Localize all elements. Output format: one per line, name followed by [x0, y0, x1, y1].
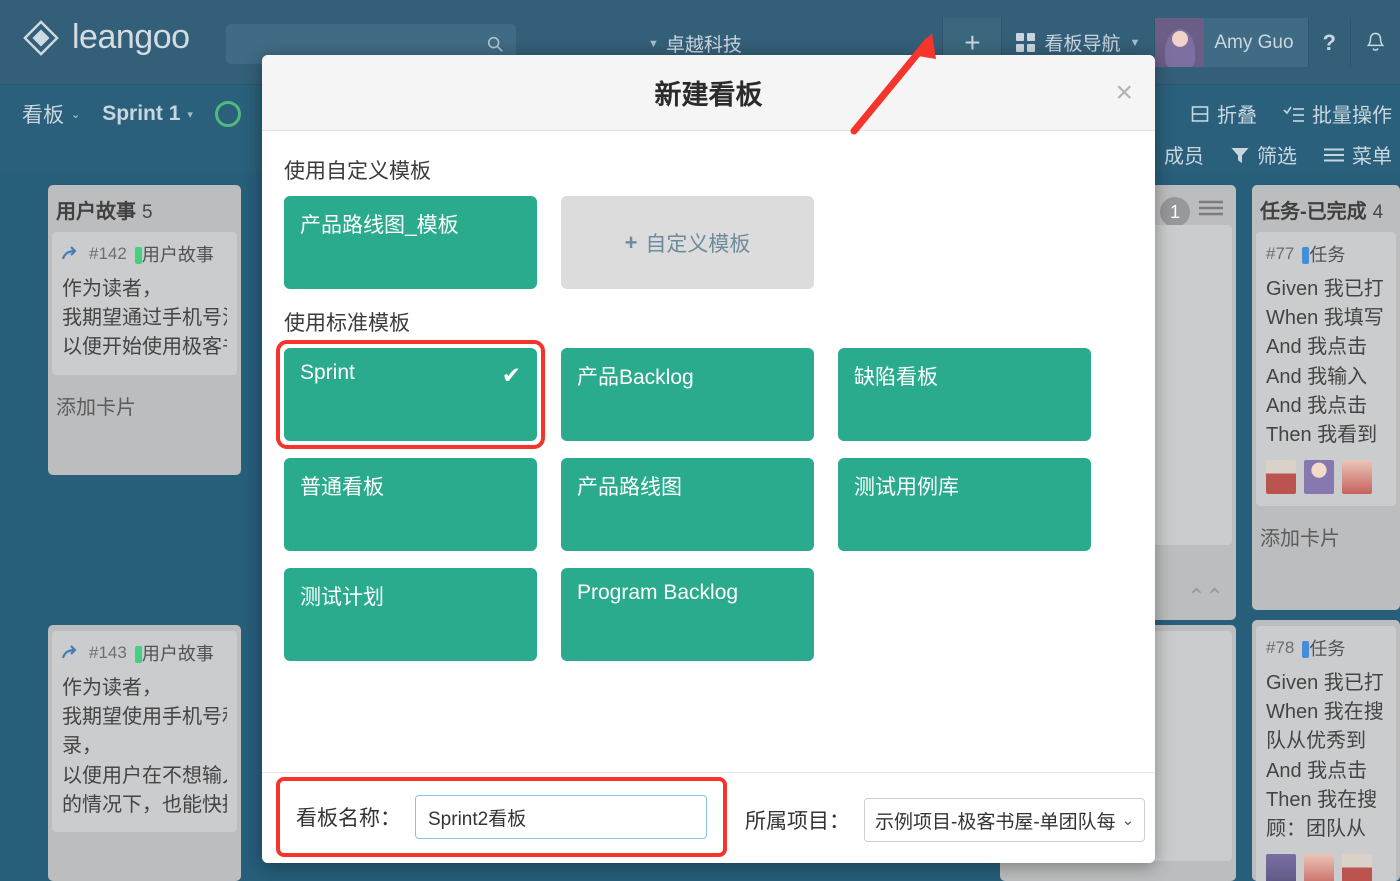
- new-board-dialog: 新建看板 × 使用自定义模板 产品路线图_模板 + 自定义模板 使用标准模板 S…: [262, 55, 1155, 863]
- custom-template-grid: 产品路线图_模板 + 自定义模板: [284, 196, 1133, 289]
- board-name-label: 看板名称：: [296, 807, 401, 830]
- chevron-down-icon: ⌄: [1121, 812, 1135, 829]
- template-card-testcase-library[interactable]: 测试用例库: [838, 458, 1091, 551]
- template-label: 测试计划: [300, 586, 384, 609]
- close-icon[interactable]: ×: [1115, 77, 1133, 108]
- template-card-custom-roadmap[interactable]: 产品路线图_模板: [284, 196, 537, 289]
- board-name-input[interactable]: [415, 795, 707, 839]
- plus-icon: +: [624, 229, 638, 255]
- template-card-normal-board[interactable]: 普通看板: [284, 458, 537, 551]
- template-card-program-backlog[interactable]: Program Backlog: [561, 568, 814, 661]
- standard-template-grid: Sprint ✔ 产品Backlog 缺陷看板 普通看板 产品路线图 测试用例库…: [276, 340, 1133, 661]
- project-field-group: 所属项目： 示例项目-极客书屋-单团队每 ⌄: [745, 798, 1145, 842]
- template-label: 普通看板: [300, 476, 384, 499]
- custom-template-section-label: 使用自定义模板: [284, 160, 431, 183]
- leangoo-board-app: leangoo ▼ 卓越科技 + 看板导航 ▼ Amy Guo ? 看板 ⌄ S…: [0, 0, 1400, 881]
- add-custom-template-button[interactable]: + 自定义模板: [561, 196, 814, 289]
- template-label: Program Backlog: [577, 581, 739, 604]
- template-card-defect-board[interactable]: 缺陷看板: [838, 348, 1091, 441]
- project-selected-value: 示例项目-极客书屋-单团队每: [875, 811, 1116, 833]
- template-card-roadmap[interactable]: 产品路线图: [561, 458, 814, 551]
- template-label: 测试用例库: [854, 476, 959, 499]
- dialog-footer: 看板名称： 所属项目： 示例项目-极客书屋-单团队每 ⌄ 将项目成员加入看板 创…: [262, 772, 1155, 863]
- template-label: 产品路线图_模板: [300, 214, 459, 237]
- template-card-sprint[interactable]: Sprint ✔: [284, 348, 537, 441]
- board-name-highlight: 看板名称：: [276, 777, 727, 857]
- dialog-header: 新建看板 ×: [262, 55, 1155, 131]
- project-select[interactable]: 示例项目-极客书屋-单团队每 ⌄: [864, 798, 1145, 842]
- footer-fields-row: 看板名称： 所属项目： 示例项目-极客书屋-单团队每 ⌄: [276, 777, 1145, 857]
- template-label: Sprint: [300, 361, 355, 384]
- template-label: 自定义模板: [645, 232, 751, 256]
- check-icon: ✔: [501, 362, 521, 388]
- template-card-product-backlog[interactable]: 产品Backlog: [561, 348, 814, 441]
- template-label: 缺陷看板: [854, 366, 938, 389]
- selected-template-highlight: Sprint ✔: [276, 340, 545, 449]
- template-label: 产品Backlog: [577, 366, 694, 389]
- project-label: 所属项目：: [745, 810, 850, 833]
- dialog-body: 使用自定义模板 产品路线图_模板 + 自定义模板 使用标准模板 Sprint ✔: [262, 131, 1155, 772]
- page-title: 新建看板: [654, 80, 763, 110]
- template-label: 产品路线图: [577, 476, 682, 499]
- template-card-test-plan[interactable]: 测试计划: [284, 568, 537, 661]
- standard-template-section-label: 使用标准模板: [284, 312, 410, 335]
